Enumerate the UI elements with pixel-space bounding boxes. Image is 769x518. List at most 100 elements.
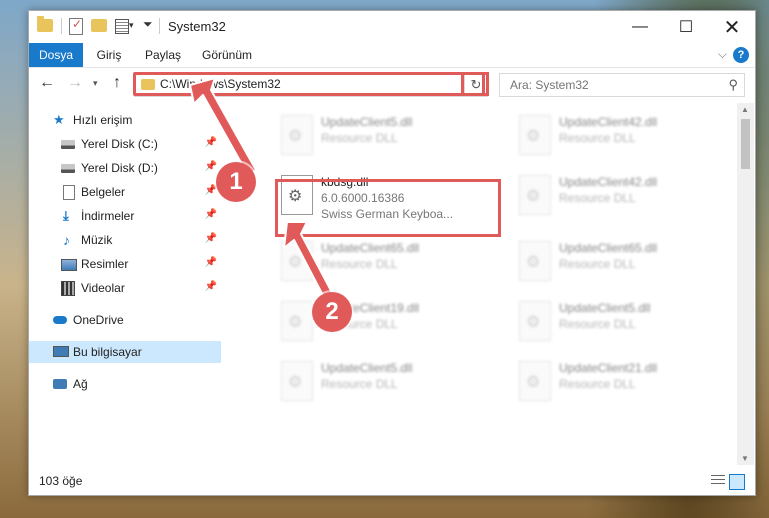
search-input[interactable]: [508, 77, 712, 93]
scroll-up-icon[interactable]: ▲: [741, 105, 749, 114]
dll-file-icon: [281, 241, 313, 281]
pin-icon[interactable]: 📌: [205, 233, 217, 244]
list-item[interactable]: UpdateClient65.dll Resource DLL: [279, 235, 499, 287]
search-icon[interactable]: ⚲: [728, 77, 738, 93]
divider: [61, 18, 62, 34]
star-icon: ★: [53, 112, 65, 127]
sidebar-item-onedrive[interactable]: OneDrive: [29, 309, 221, 331]
pin-icon[interactable]: 📌: [205, 185, 217, 196]
file-highlight-box: [275, 179, 501, 237]
status-bar: 103 öğe: [29, 467, 755, 495]
forward-button[interactable]: →: [67, 74, 83, 92]
dll-file-icon: [519, 175, 551, 215]
list-item[interactable]: UpdateClient42.dll Resource DLL: [517, 109, 737, 161]
sidebar-item-downloads[interactable]: ⤓ İndirmeler 📌: [29, 205, 221, 227]
refresh-highlight-box: [461, 72, 489, 96]
sidebar-item-videos[interactable]: Videolar 📌: [29, 277, 221, 299]
window-title: System32: [168, 19, 226, 34]
list-item[interactable]: UpdateClient5.dll Resource DLL: [279, 109, 499, 161]
drive-icon: [61, 140, 75, 149]
item-count: 103 öğe: [39, 474, 83, 488]
sidebar-item-label: Resimler: [81, 257, 129, 271]
list-item[interactable]: UpdateClient5.dll Resource DLL: [517, 295, 737, 347]
dll-file-icon: [281, 115, 313, 155]
properties-check-icon[interactable]: [69, 17, 83, 35]
list-item[interactable]: UpdateClient19.dll Resource DLL: [279, 295, 499, 347]
dll-file-icon: [519, 361, 551, 401]
sidebar-item-label: İndirmeler: [81, 209, 135, 223]
chevron-down-icon[interactable]: ▾: [129, 20, 134, 31]
list-item[interactable]: UpdateClient21.dll Resource DLL: [517, 355, 737, 407]
dll-file-icon: [519, 115, 551, 155]
sidebar-item-label: Bu bilgisayar: [73, 345, 142, 359]
tiles-view-icon[interactable]: [729, 474, 745, 490]
sidebar-item-music[interactable]: ♪ Müzik 📌: [29, 229, 221, 251]
navigation-bar: ← → ▾ ↑ C:\Windows\System32 ⌵ ↻ ⚲: [29, 68, 755, 102]
sidebar-item-label: Ağ: [73, 377, 88, 391]
tab-share[interactable]: Paylaş: [141, 43, 185, 67]
dll-file-icon: [519, 241, 551, 281]
sidebar-item-local-disk-c[interactable]: Yerel Disk (C:) 📌: [29, 133, 221, 155]
downloads-icon: ⤓: [63, 208, 69, 223]
vertical-scrollbar[interactable]: ▲ ▼: [737, 103, 754, 465]
sidebar-item-network[interactable]: Ağ: [29, 373, 221, 395]
pin-icon[interactable]: 📌: [205, 137, 217, 148]
help-icon[interactable]: ?: [733, 47, 749, 63]
back-button[interactable]: ←: [39, 74, 55, 92]
list-item[interactable]: UpdateClient5.dll Resource DLL: [279, 355, 499, 407]
pin-icon[interactable]: 📌: [205, 281, 217, 292]
recent-locations-button[interactable]: ▾: [93, 78, 98, 89]
sidebar-item-this-pc[interactable]: Bu bilgisayar: [29, 341, 221, 363]
up-button[interactable]: ↑: [113, 74, 121, 92]
ribbon-tabs: Dosya Giriş Paylaş Görünüm ⌵ ?: [29, 43, 755, 68]
file-list: UpdateClient5.dll Resource DLL UpdateCli…: [249, 103, 735, 465]
sidebar-item-label: Yerel Disk (D:): [81, 161, 158, 175]
pin-icon[interactable]: 📌: [205, 209, 217, 220]
sidebar-item-label: Belgeler: [81, 185, 126, 199]
dll-file-icon: [281, 361, 313, 401]
list-item[interactable]: UpdateClient65.dll Resource DLL: [517, 235, 737, 287]
search-box[interactable]: ⚲: [499, 73, 745, 97]
list-item[interactable]: UpdateClient42.dll Resource DLL: [517, 169, 737, 221]
folder-icon: [37, 16, 53, 32]
drive-icon: [61, 164, 75, 173]
pin-icon[interactable]: 📌: [205, 257, 217, 268]
network-icon: [53, 379, 67, 389]
divider: [159, 18, 160, 34]
expand-ribbon-icon[interactable]: ⌵: [718, 47, 727, 62]
pin-icon[interactable]: 📌: [205, 161, 217, 172]
close-button[interactable]: ✕: [709, 11, 755, 43]
music-icon: ♪: [63, 232, 70, 248]
address-highlight-box: [133, 72, 485, 96]
details-view-icon[interactable]: [711, 475, 725, 487]
sidebar-item-local-disk-d[interactable]: Yerel Disk (D:) 📌: [29, 157, 221, 179]
pictures-icon: [61, 259, 77, 271]
tab-file[interactable]: Dosya: [29, 43, 83, 67]
tab-home[interactable]: Giriş: [89, 43, 129, 67]
sidebar-item-label: OneDrive: [73, 313, 124, 327]
scrollbar-thumb[interactable]: [741, 119, 750, 169]
customize-toolbar-icon[interactable]: ⏷: [143, 17, 153, 32]
sidebar-item-documents[interactable]: Belgeler 📌: [29, 181, 221, 203]
videos-icon: [61, 281, 75, 296]
new-folder-icon[interactable]: [91, 19, 107, 32]
file-explorer-window: ▾ ⏷ System32 — ☐ ✕ Dosya Giriş Paylaş Gö…: [28, 10, 756, 496]
properties-icon[interactable]: [115, 19, 129, 34]
maximize-button[interactable]: ☐: [663, 11, 709, 43]
step-badge-2: 2: [312, 292, 352, 332]
this-pc-icon: [53, 346, 69, 357]
scroll-down-icon[interactable]: ▼: [741, 454, 749, 463]
sidebar-item-pictures[interactable]: Resimler 📌: [29, 253, 221, 275]
sidebar-item-label: Yerel Disk (C:): [81, 137, 158, 151]
tab-view[interactable]: Görünüm: [199, 43, 255, 67]
navigation-pane: ★ Hızlı erişim Yerel Disk (C:) 📌 Yerel D…: [29, 103, 221, 465]
sidebar-item-label: Müzik: [81, 233, 113, 247]
documents-icon: [63, 185, 75, 200]
dll-file-icon: [281, 301, 313, 341]
dll-file-icon: [519, 301, 551, 341]
sidebar-item-quick-access[interactable]: ★ Hızlı erişim: [29, 109, 221, 131]
step-badge-1: 1: [216, 162, 256, 202]
sidebar-item-label: Videolar: [81, 281, 125, 295]
minimize-button[interactable]: —: [617, 11, 663, 43]
onedrive-icon: [53, 316, 67, 324]
